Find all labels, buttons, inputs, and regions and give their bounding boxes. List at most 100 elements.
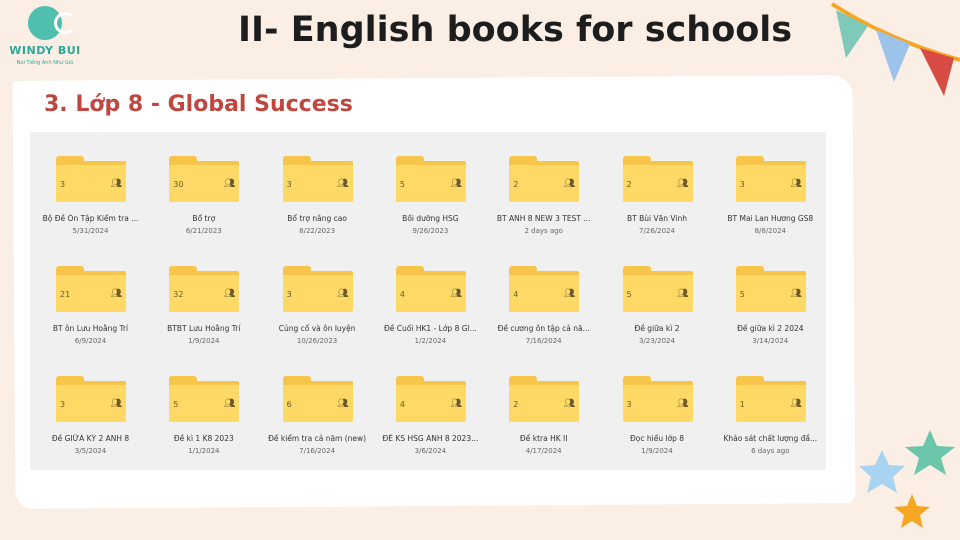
shared-people-icon: 👥︎ bbox=[337, 399, 349, 409]
folder-item-count: 6 bbox=[286, 400, 292, 409]
folder-icon: 3 👥︎ bbox=[282, 266, 353, 312]
folder-name: Bộ Đề Ôn Tập Kiểm tra ... bbox=[42, 214, 139, 223]
folder-item-count: 2 bbox=[513, 180, 519, 189]
folder-date: 3/14/2024 bbox=[752, 337, 789, 345]
folder-item[interactable]: 3 👥︎ BT Mai Lan Hương GS8 8/8/2024 bbox=[714, 138, 827, 238]
folder-name: Củng cố và ôn luyện bbox=[278, 324, 356, 333]
folder-name: Bổ trợ bbox=[192, 214, 216, 223]
folder-item-count: 4 bbox=[399, 400, 405, 409]
folder-name: BT Bùi Văn Vinh bbox=[627, 214, 687, 223]
folder-item[interactable]: 2 👥︎ Đề ktra HK II 4/17/2024 bbox=[487, 358, 600, 458]
folder-icon: 2 👥︎ bbox=[509, 156, 580, 202]
shared-people-icon: 👥︎ bbox=[677, 289, 689, 299]
folder-icon: 5 👥︎ bbox=[735, 266, 806, 312]
shared-people-icon: 👥︎ bbox=[677, 399, 689, 409]
folder-date: 1/9/2024 bbox=[188, 337, 220, 345]
shared-people-icon: 👥︎ bbox=[563, 289, 576, 299]
folder-item[interactable]: 30 👥︎ Bổ trợ 6/21/2023 bbox=[147, 138, 260, 238]
folder-item[interactable]: 1 👥︎ Khảo sát chất lượng đầ... 6 days ago bbox=[714, 358, 827, 458]
folder-item[interactable]: 6 👥︎ Đề kiểm tra cả năm (new) 7/16/2024 bbox=[261, 358, 374, 458]
page-title: II- English books for schools bbox=[238, 10, 793, 50]
folder-name: Đề giữa kì 2 2024 bbox=[737, 324, 804, 333]
folder-item[interactable]: 3 👥︎ Bộ Đề Ôn Tập Kiểm tra ... 5/31/2024 bbox=[34, 138, 147, 238]
folder-date: 6/9/2024 bbox=[74, 337, 107, 345]
shared-people-icon: 👥︎ bbox=[223, 179, 236, 189]
folder-item[interactable]: 3 👥︎ Bổ trợ nâng cao 8/22/2023 bbox=[261, 138, 374, 238]
folder-item-count: 5 bbox=[739, 290, 745, 299]
shared-people-icon: 👥︎ bbox=[223, 399, 236, 409]
folder-icon: 6 👥︎ bbox=[282, 376, 353, 422]
folder-item[interactable]: 32 👥︎ BTBT Lưu Hoằng Trí 1/9/2024 bbox=[147, 248, 260, 348]
folder-item-count: 2 bbox=[626, 180, 632, 189]
folder-date: 6 days ago bbox=[751, 447, 790, 455]
folder-item-count: 1 bbox=[739, 400, 745, 409]
folder-item[interactable]: 3 👥︎ Đề GIỮA KỲ 2 ANH 8 3/5/2024 bbox=[34, 358, 147, 458]
folder-name: BT ôn Lưu Hoằng Trí bbox=[52, 324, 129, 333]
folder-date: 8/8/2024 bbox=[754, 227, 787, 235]
folder-item-count: 4 bbox=[513, 290, 519, 299]
shared-people-icon: 👥︎ bbox=[110, 289, 122, 299]
folder-item[interactable]: 21 👥︎ BT ôn Lưu Hoằng Trí 6/9/2024 bbox=[34, 248, 147, 348]
folder-date: 8/22/2023 bbox=[299, 227, 336, 235]
folder-icon: 21 👥︎ bbox=[56, 266, 126, 312]
folder-item-count: 3 bbox=[60, 400, 66, 409]
folder-icon: 2 👥︎ bbox=[509, 376, 580, 422]
logo-name: WINDY BUI bbox=[9, 44, 81, 57]
section-title: 3. Lớp 8 - Global Success bbox=[44, 92, 353, 117]
folder-name: BT ANH 8 NEW 3 TEST ... bbox=[496, 214, 591, 223]
folder-date: 7/26/2024 bbox=[639, 227, 675, 235]
shared-people-icon: 👥︎ bbox=[790, 399, 802, 409]
folder-date: 2 days ago bbox=[524, 227, 563, 235]
folder-icon: 3 👥︎ bbox=[56, 156, 126, 202]
shared-people-icon: 👥︎ bbox=[677, 179, 689, 189]
folder-item[interactable]: 3 👥︎ Đọc hiểu lớp 8 1/9/2024 bbox=[601, 358, 714, 458]
folder-icon: 5 👥︎ bbox=[395, 156, 466, 202]
folder-item-count: 5 bbox=[173, 400, 179, 409]
folder-icon: 4 👥︎ bbox=[509, 266, 580, 312]
bunting-decoration-icon bbox=[830, 2, 960, 96]
folder-name: Đề kiểm tra cả năm (new) bbox=[268, 434, 367, 443]
folder-item[interactable]: 2 👥︎ BT Bùi Văn Vinh 7/26/2024 bbox=[601, 138, 714, 238]
folder-name: Đề ktra HK II bbox=[519, 434, 568, 443]
folder-name: Đọc hiểu lớp 8 bbox=[629, 434, 685, 443]
folder-item-count: 21 bbox=[60, 290, 71, 299]
folder-name: Khảo sát chất lượng đầ... bbox=[723, 434, 818, 443]
folder-item-count: 3 bbox=[626, 400, 632, 409]
folder-item[interactable]: 5 👥︎ Đề giữa kì 2 2024 3/14/2024 bbox=[714, 248, 827, 348]
folder-grid: 3 👥︎ Bộ Đề Ôn Tập Kiểm tra ... 5/31/2024 30 👥… bbox=[30, 132, 826, 470]
folder-item[interactable]: 2 👥︎ BT ANH 8 NEW 3 TEST ... 2 days ago bbox=[487, 138, 600, 238]
folder-item[interactable]: 4 👥︎ ĐỀ KS HSG ANH 8 2023... 3/6/2024 bbox=[374, 358, 487, 458]
folder-item[interactable]: 5 👥︎ Bồi dưỡng HSG 9/26/2023 bbox=[374, 138, 487, 238]
folder-icon: 5 👥︎ bbox=[622, 266, 693, 312]
folder-item-count: 5 bbox=[626, 290, 632, 299]
folder-icon: 1 👥︎ bbox=[735, 376, 806, 422]
shared-people-icon: 👥︎ bbox=[450, 399, 462, 409]
shared-people-icon: 👥︎ bbox=[790, 289, 802, 299]
folder-item-count: 3 bbox=[286, 180, 292, 189]
folder-name: BTBT Lưu Hoằng Trí bbox=[167, 324, 241, 333]
folder-name: Bổ trợ nâng cao bbox=[287, 214, 347, 223]
shared-people-icon: 👥︎ bbox=[790, 179, 802, 189]
folder-date: 7/16/2024 bbox=[299, 447, 336, 455]
folder-icon: 2 👥︎ bbox=[622, 156, 693, 202]
folder-name: Đề giữa kì 2 bbox=[634, 324, 680, 333]
folder-item[interactable]: 4 👥︎ Đề cương ôn tập cả nă... 7/16/2024 bbox=[487, 248, 600, 348]
folder-item-count: 32 bbox=[173, 290, 184, 299]
folder-item-count: 3 bbox=[739, 180, 745, 189]
folder-name: Đề cương ôn tập cả nă... bbox=[497, 324, 590, 333]
shared-people-icon: 👥︎ bbox=[563, 179, 576, 189]
folder-icon: 5 👥︎ bbox=[169, 376, 240, 422]
folder-icon: 3 👥︎ bbox=[56, 376, 126, 422]
logo-mark-icon bbox=[28, 6, 76, 40]
folder-item[interactable]: 5 👥︎ Đề kì 1 K8 2023 1/1/2024 bbox=[147, 358, 260, 458]
folder-date: 1/9/2024 bbox=[641, 447, 673, 455]
folder-item[interactable]: 5 👥︎ Đề giữa kì 2 3/23/2024 bbox=[601, 248, 714, 348]
folder-item[interactable]: 3 👥︎ Củng cố và ôn luyện 10/26/2023 bbox=[261, 248, 374, 348]
folder-name: Bồi dưỡng HSG bbox=[402, 214, 459, 223]
folder-date: 1/1/2024 bbox=[188, 447, 220, 455]
folder-item[interactable]: 4 👥︎ Đề Cuối HK1 - Lớp 8 Gl... 1/2/2024 bbox=[374, 248, 487, 348]
folder-date: 4/17/2024 bbox=[525, 447, 562, 455]
folder-date: 3/23/2024 bbox=[639, 337, 675, 345]
folder-name: Đề Cuối HK1 - Lớp 8 Gl... bbox=[384, 324, 477, 333]
logo-tagline: Nói Tiếng Anh Như Gió bbox=[16, 60, 74, 66]
